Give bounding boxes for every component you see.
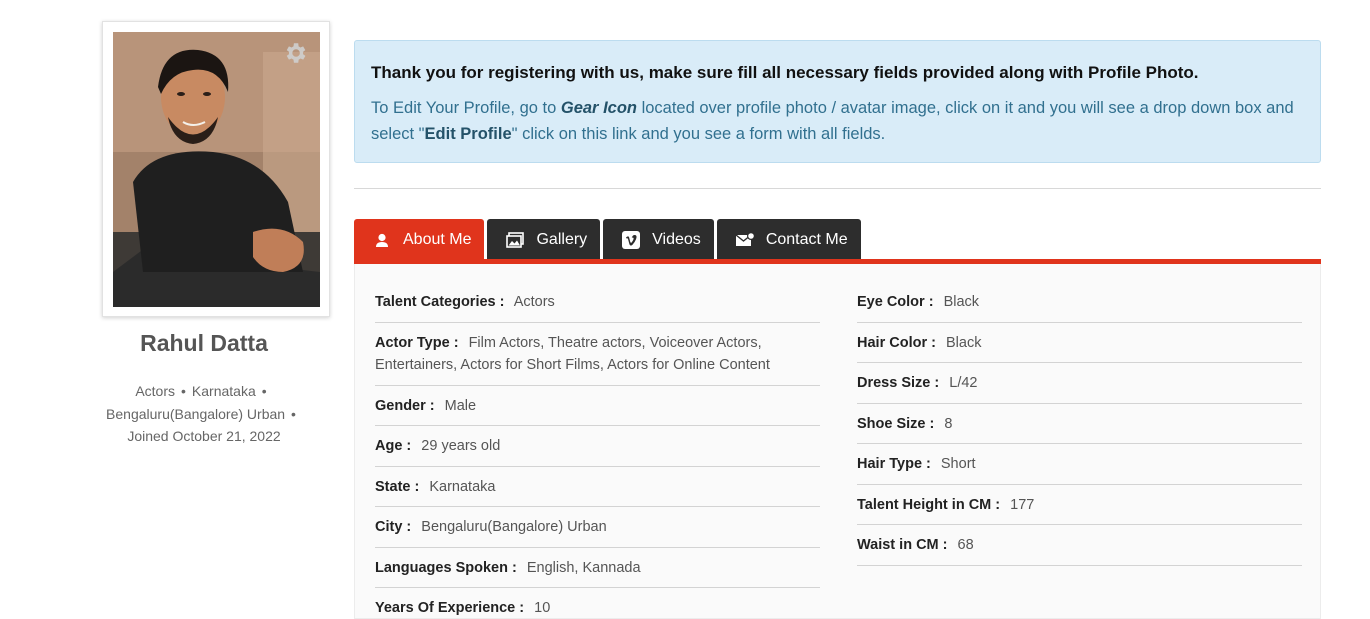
notice-edit-label: Edit Profile	[424, 125, 512, 143]
detail-row-age: Age : 29 years old	[375, 426, 820, 467]
profile-name: Rahul Datta	[140, 330, 268, 356]
profile-state: Karnataka	[191, 383, 256, 399]
profile-category: Actors	[135, 383, 176, 399]
detail-label: City :	[375, 519, 412, 535]
detail-value: Actors	[513, 294, 555, 310]
profile-joined: Joined October 21, 2022	[127, 428, 281, 444]
detail-row-experience: Years Of Experience : 10	[375, 588, 820, 619]
detail-value: 68	[957, 537, 974, 553]
detail-value: L/42	[949, 375, 978, 391]
detail-label: Eye Color :	[857, 294, 934, 310]
gear-icon[interactable]	[282, 40, 308, 66]
profile-photo	[113, 32, 320, 307]
profile-photo-image	[113, 32, 320, 307]
notice-gear-label: Gear Icon	[560, 99, 637, 117]
detail-value: 29 years old	[421, 438, 501, 454]
about-right-column: Eye Color : Black Hair Color : Black Dre…	[857, 282, 1302, 566]
detail-row-gender: Gender : Male	[375, 386, 820, 426]
tab-gallery[interactable]: Gallery	[487, 219, 601, 260]
detail-value: English, Kannada	[526, 559, 641, 576]
tab-label: Contact Me	[765, 230, 848, 248]
tab-label: Gallery	[536, 230, 588, 248]
detail-row-eye-color: Eye Color : Black	[857, 282, 1302, 323]
detail-label: Years Of Experience :	[375, 600, 525, 616]
detail-row-state: State : Karnataka	[375, 467, 820, 507]
about-me-panel: Talent Categories : Actors Actor Type : …	[354, 264, 1321, 619]
separator-dot: •	[291, 405, 296, 422]
tab-label: Videos	[652, 230, 701, 248]
detail-value: Male	[444, 397, 477, 414]
detail-value: 177	[1010, 496, 1035, 513]
detail-label: Hair Color :	[857, 334, 936, 351]
profile-meta: Actors • Karnataka • Bengaluru(Bangalore) U…	[102, 380, 306, 448]
separator-dot: •	[181, 383, 186, 399]
detail-value: Short	[940, 456, 976, 472]
detail-value: Black	[945, 334, 982, 351]
notice-text: To Edit Your Profile, go to Gear Icon lo…	[371, 95, 1304, 147]
detail-row-languages: Languages Spoken : English, Kannada	[375, 548, 820, 588]
image-icon	[505, 231, 525, 249]
tab-videos[interactable]: Videos	[603, 219, 714, 260]
detail-value: Black	[943, 294, 980, 310]
notice-text-part: To Edit Your Profile, go to	[371, 99, 561, 117]
detail-label: Hair Type :	[857, 456, 931, 472]
profile-meta-line-1: Actors • Karnataka •	[102, 380, 306, 403]
about-left-column: Talent Categories : Actors Actor Type : …	[375, 282, 820, 619]
detail-label: State :	[375, 478, 420, 495]
section-divider	[354, 188, 1321, 189]
detail-value: 10	[534, 600, 551, 616]
detail-row-shoe-size: Shoe Size : 8	[857, 404, 1302, 444]
detail-row-hair-type: Hair Type : Short	[857, 444, 1302, 485]
detail-value: 8	[944, 415, 953, 432]
detail-label: Waist in CM :	[857, 537, 948, 553]
tab-contact-me[interactable]: Contact Me	[716, 219, 861, 260]
detail-label: Shoe Size :	[857, 415, 935, 432]
detail-label: Gender :	[375, 397, 435, 414]
notice-text-part: " click on this link and you see a form …	[511, 125, 886, 143]
detail-row-talent-categories: Talent Categories : Actors	[375, 282, 820, 323]
separator-dot: •	[261, 383, 267, 399]
user-icon	[372, 231, 392, 249]
registration-notice: Thank you for registering with us, make …	[354, 40, 1321, 163]
profile-city: Bengaluru(Bangalore) Urban	[106, 405, 286, 422]
detail-row-hair-color: Hair Color : Black	[857, 323, 1302, 363]
detail-row-city: City : Bengaluru(Bangalore) Urban	[375, 507, 820, 548]
detail-row-actor-type: Actor Type : Film Actors, Theatre actors…	[375, 323, 820, 386]
detail-label: Age :	[375, 438, 412, 454]
detail-label: Dress Size :	[857, 375, 940, 391]
notice-title: Thank you for registering with us, make …	[371, 63, 1199, 82]
profile-tabs: About Me Gallery Videos Contact Me	[354, 219, 861, 260]
mail-icon	[735, 231, 755, 249]
detail-row-height: Talent Height in CM : 177	[857, 485, 1302, 525]
detail-label: Talent Height in CM :	[857, 496, 1001, 513]
detail-value: Karnataka	[429, 478, 496, 495]
detail-row-waist: Waist in CM : 68	[857, 525, 1302, 566]
detail-label: Actor Type :	[375, 334, 459, 351]
profile-meta-line-2: Bengaluru(Bangalore) Urban •	[102, 403, 306, 426]
detail-value: Bengaluru(Bangalore) Urban	[421, 519, 607, 535]
tab-label: About Me	[403, 230, 472, 248]
tab-about-me[interactable]: About Me	[354, 219, 485, 260]
detail-label: Talent Categories :	[375, 294, 505, 310]
profile-photo-frame	[102, 21, 330, 317]
vimeo-icon	[621, 230, 641, 249]
detail-label: Languages Spoken :	[375, 559, 517, 576]
detail-row-dress-size: Dress Size : L/42	[857, 363, 1302, 404]
